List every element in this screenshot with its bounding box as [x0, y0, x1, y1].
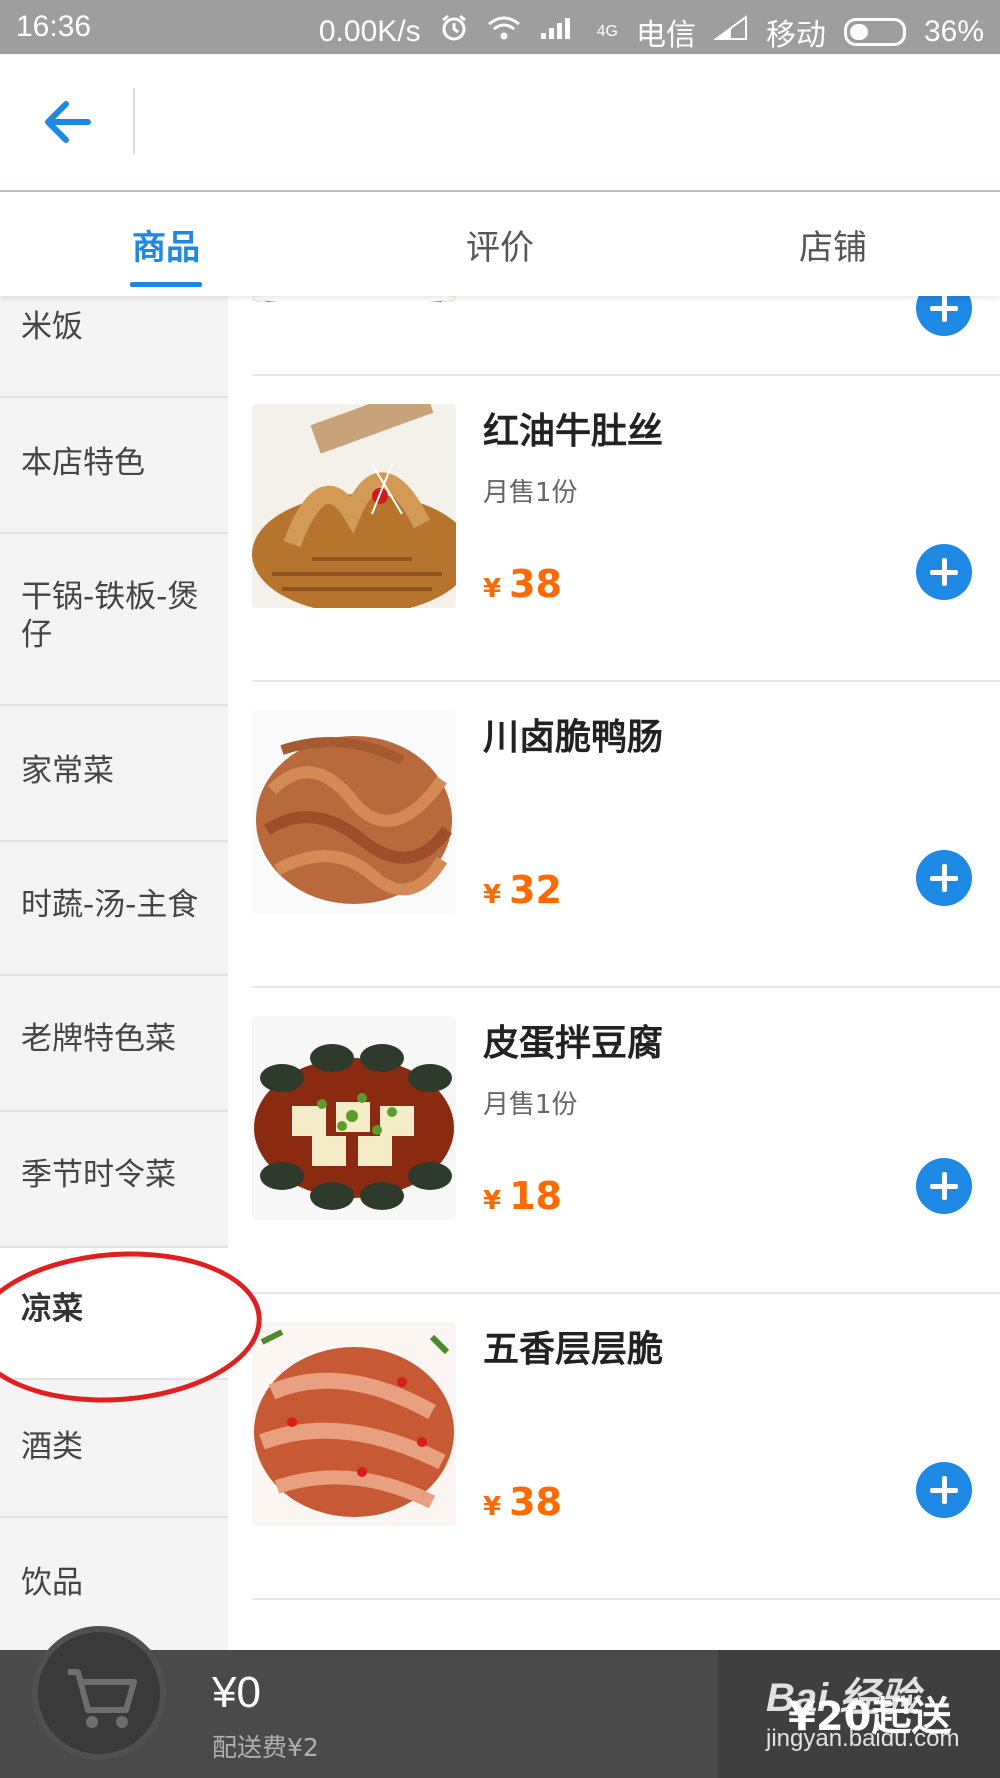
- arrow-left-icon: [45, 101, 91, 143]
- signal-icon: [712, 15, 748, 49]
- tab-store[interactable]: 店铺: [733, 220, 933, 269]
- product-name: 五香层层脆: [483, 1329, 664, 1370]
- product-item[interactable]: 皮蛋拌豆腐 月售1份 ¥18: [252, 988, 1000, 1294]
- product-price: ¥18: [483, 1174, 562, 1218]
- carrier-1: 电信: [635, 19, 696, 52]
- category-label: 干锅-铁板-煲仔: [21, 579, 199, 653]
- currency-symbol: ¥: [483, 880, 502, 910]
- battery-icon: [843, 18, 906, 46]
- product-item[interactable]: ¥38: [252, 296, 1000, 376]
- currency-symbol: ¥: [483, 296, 501, 298]
- delivery-fee: 配送费¥2: [212, 1733, 319, 1762]
- currency-symbol: ¥: [483, 1186, 502, 1216]
- category-sidebar: 米饭 本店特色 干锅-铁板-煲仔 家常菜 时蔬-汤-主食 老牌特色菜 季节时令菜…: [0, 296, 228, 1650]
- watermark: Bai 经验 jingyan.baidu.com: [766, 1665, 959, 1753]
- product-item[interactable]: 红油牛肚丝 月售1份 ¥38: [252, 376, 1000, 682]
- price-value: 18: [509, 1174, 562, 1218]
- currency-symbol: ¥: [483, 574, 502, 604]
- status-bar: 16:36 0.00K/s 4G 电信 移动 36%: [0, 0, 1000, 54]
- add-to-cart-button[interactable]: [916, 544, 972, 600]
- add-to-cart-button[interactable]: [916, 1158, 972, 1214]
- alarm-icon: [439, 13, 469, 51]
- product-image[interactable]: [252, 1322, 456, 1526]
- category-label: 家常菜: [21, 753, 114, 789]
- product-name: 川卤脆鸭肠: [483, 717, 664, 758]
- category-label: 时蔬-汤-主食: [21, 887, 199, 923]
- product-sales: 月售1份: [483, 478, 578, 508]
- category-item[interactable]: 米饭: [0, 296, 228, 398]
- category-label: 米饭: [21, 309, 83, 345]
- add-to-cart-button[interactable]: [916, 850, 972, 906]
- category-item[interactable]: 干锅-铁板-煲仔: [0, 534, 228, 706]
- product-image[interactable]: [252, 1016, 456, 1220]
- watermark-logo: Bai 经验: [766, 1676, 920, 1720]
- category-label: 凉菜: [21, 1291, 83, 1327]
- product-list: ¥38 红油牛肚丝 月售1份 ¥38: [228, 296, 1000, 1650]
- product-price: ¥38: [483, 562, 562, 606]
- product-sales: 月售1份: [483, 1090, 578, 1120]
- category-label: 饮品: [21, 1565, 83, 1601]
- category-item[interactable]: 家常菜: [0, 706, 228, 842]
- product-image[interactable]: [252, 404, 456, 608]
- category-label: 季节时令菜: [21, 1157, 176, 1193]
- status-time: 16:36: [16, 10, 92, 43]
- cart-icon: [68, 1669, 137, 1728]
- category-item[interactable]: 季节时令菜: [0, 1112, 228, 1248]
- status-right: 0.00K/s 4G 电信 移动 36%: [319, 10, 984, 54]
- add-to-cart-button[interactable]: [916, 1462, 972, 1518]
- battery-level: 36%: [923, 15, 984, 48]
- category-label: 酒类: [21, 1429, 83, 1465]
- app-header: [0, 54, 1000, 192]
- watermark-url: jingyan.baidu.com: [766, 1725, 960, 1752]
- tab-active-indicator: [130, 282, 202, 287]
- product-name: 红油牛肚丝: [483, 411, 664, 452]
- category-item[interactable]: 老牌特色菜: [0, 976, 228, 1112]
- product-name: 皮蛋拌豆腐: [483, 1023, 664, 1064]
- tab-bar: 商品 评价 店铺: [0, 192, 1000, 296]
- header-divider: [133, 88, 135, 154]
- product-image[interactable]: [252, 710, 456, 914]
- category-item[interactable]: 时蔬-汤-主食: [0, 842, 228, 976]
- tab-products[interactable]: 商品: [66, 220, 266, 269]
- cart-button[interactable]: [32, 1626, 166, 1760]
- product-price: ¥38: [483, 296, 562, 300]
- category-label: 老牌特色菜: [21, 1021, 176, 1057]
- product-item[interactable]: 川卤脆鸭肠 ¥32: [252, 682, 1000, 988]
- currency-symbol: ¥: [483, 1492, 502, 1522]
- product-price: ¥38: [483, 1480, 562, 1524]
- price-value: 38: [509, 562, 562, 606]
- product-image[interactable]: [252, 296, 456, 302]
- wifi-icon: [487, 14, 521, 50]
- cart-total: ¥0: [212, 1668, 261, 1717]
- add-to-cart-button[interactable]: [916, 296, 972, 336]
- category-item-active[interactable]: 凉菜: [0, 1248, 228, 1380]
- category-item[interactable]: 酒类: [0, 1380, 228, 1518]
- price-value: 32: [509, 868, 562, 912]
- carrier-2: 移动: [765, 19, 826, 52]
- signal-icon: [539, 15, 579, 49]
- network-type: 4G: [596, 23, 618, 40]
- category-label: 本店特色: [21, 445, 145, 481]
- category-item[interactable]: 本店特色: [0, 398, 228, 534]
- back-button[interactable]: [36, 90, 100, 154]
- product-price: ¥32: [483, 868, 562, 912]
- price-value: 38: [509, 1480, 562, 1524]
- tab-reviews[interactable]: 评价: [400, 220, 600, 269]
- price-value: 38: [509, 296, 562, 300]
- product-item[interactable]: 五香层层脆 ¥38: [252, 1294, 1000, 1600]
- net-speed: 0.00K/s: [318, 15, 421, 48]
